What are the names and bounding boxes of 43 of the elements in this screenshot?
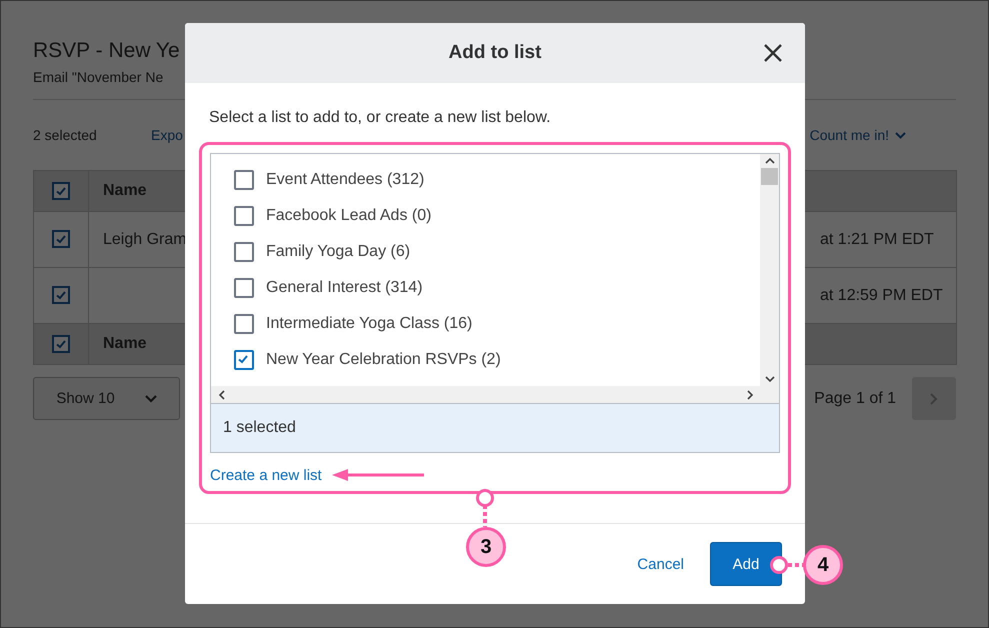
chevron-down-icon: [895, 132, 906, 138]
chevron-down-icon: [144, 394, 157, 402]
checkmark-icon: [55, 338, 67, 350]
list-option[interactable]: New Year Celebration RSVPs (2): [266, 351, 501, 369]
checkbox[interactable]: [52, 286, 70, 304]
checkmark-icon: [55, 233, 67, 246]
checkbox[interactable]: [52, 334, 70, 353]
list-option[interactable]: Facebook Lead Ads (0): [266, 207, 432, 225]
checkbox[interactable]: [52, 230, 70, 248]
selection-count: 2 selected: [33, 127, 98, 143]
chevron-left-icon[interactable]: [217, 388, 227, 400]
checkbox[interactable]: [234, 170, 254, 190]
page-title: RSVP - New Ye: [33, 39, 180, 63]
table-cell: Leigh Gram: [103, 230, 187, 248]
vertical-scrollbar[interactable]: [760, 154, 779, 386]
scrollbar-thumb[interactable]: [761, 168, 778, 185]
checkmark-icon: [237, 353, 249, 365]
checkbox[interactable]: [234, 206, 254, 226]
checkbox[interactable]: [52, 182, 70, 200]
table-cell: at 12:59 PM EDT: [820, 286, 943, 304]
chevron-right-icon: [930, 392, 938, 404]
list-option[interactable]: Intermediate Yoga Class (16): [266, 315, 472, 333]
pagination-label: Page 1 of 1: [814, 390, 896, 408]
create-list-link[interactable]: Create a new list: [210, 466, 322, 484]
chevron-right-icon[interactable]: [745, 388, 755, 400]
table-cell: at 1:21 PM EDT: [820, 230, 934, 248]
checkbox[interactable]: [234, 278, 254, 298]
dialog-title: Add to list: [448, 42, 542, 64]
callout-badge: 4: [803, 545, 843, 585]
list-option[interactable]: Family Yoga Day (6): [266, 243, 410, 261]
add-button[interactable]: Add: [710, 542, 782, 586]
list-option[interactable]: General Interest (314): [266, 279, 423, 297]
cancel-button[interactable]: Cancel: [631, 554, 690, 574]
checkbox[interactable]: [234, 350, 254, 370]
leader-line: [483, 505, 487, 527]
horizontal-scrollbar[interactable]: [211, 386, 779, 403]
checkbox[interactable]: [234, 314, 254, 334]
checkmark-icon: [55, 184, 67, 197]
list-option[interactable]: Event Attendees (312): [266, 171, 424, 189]
checkmark-icon: [55, 289, 67, 302]
selection-summary: 1 selected: [211, 403, 779, 452]
checkbox[interactable]: [234, 242, 254, 262]
instruction-text: Select a list to add to, or create a new list below.: [209, 109, 552, 127]
